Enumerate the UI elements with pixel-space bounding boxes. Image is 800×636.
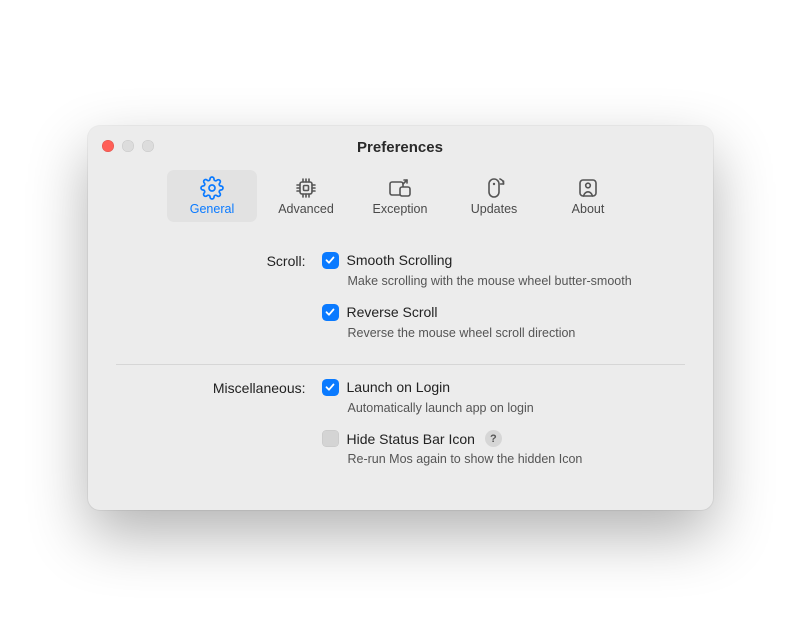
- divider: [116, 364, 685, 365]
- tab-label: About: [572, 202, 605, 216]
- tab-advanced[interactable]: Advanced: [261, 170, 351, 222]
- tab-label: Advanced: [278, 202, 334, 216]
- option-title: Smooth Scrolling: [347, 252, 453, 268]
- preferences-window: Preferences General: [88, 126, 713, 511]
- minimize-window-button[interactable]: [122, 140, 134, 152]
- chip-icon: [294, 176, 318, 200]
- section-misc: Miscellaneous: Launch on Login Automatic…: [116, 369, 685, 487]
- zoom-window-button[interactable]: [142, 140, 154, 152]
- about-icon: [576, 176, 600, 200]
- option-desc: Automatically launch app on login: [348, 400, 648, 417]
- tab-general[interactable]: General: [167, 170, 257, 222]
- checkbox-smooth-scrolling[interactable]: [322, 252, 339, 269]
- checkbox-reverse-scroll[interactable]: [322, 304, 339, 321]
- tab-label: Exception: [373, 202, 428, 216]
- gear-icon: [200, 176, 224, 200]
- section-scroll: Scroll: Smooth Scrolling Make scrolling …: [116, 242, 685, 360]
- content: Scroll: Smooth Scrolling Make scrolling …: [88, 234, 713, 511]
- option-launch-on-login: Launch on Login Automatically launch app…: [322, 379, 685, 417]
- window-title: Preferences: [357, 139, 443, 156]
- option-desc: Re-run Mos again to show the hidden Icon: [348, 451, 648, 468]
- option-title: Launch on Login: [347, 379, 451, 395]
- window-controls: [102, 140, 154, 152]
- tab-updates[interactable]: Updates: [449, 170, 539, 222]
- help-button[interactable]: ?: [485, 430, 502, 447]
- exception-icon: [387, 176, 413, 200]
- tab-label: General: [190, 202, 234, 216]
- option-hide-status-bar-icon: Hide Status Bar Icon ? Re-run Mos again …: [322, 430, 685, 468]
- titlebar: Preferences: [88, 126, 713, 170]
- close-window-button[interactable]: [102, 140, 114, 152]
- toolbar-tabs: General Advanced: [88, 170, 713, 234]
- updates-icon: [483, 176, 505, 200]
- tab-exception[interactable]: Exception: [355, 170, 445, 222]
- option-desc: Reverse the mouse wheel scroll direction: [348, 325, 648, 342]
- tab-label: Updates: [471, 202, 518, 216]
- section-label-misc: Miscellaneous:: [116, 379, 306, 469]
- tab-about[interactable]: About: [543, 170, 633, 222]
- checkbox-launch-on-login[interactable]: [322, 379, 339, 396]
- option-desc: Make scrolling with the mouse wheel butt…: [348, 273, 648, 290]
- option-title: Hide Status Bar Icon: [347, 431, 475, 447]
- checkbox-hide-status-bar-icon[interactable]: [322, 430, 339, 447]
- section-label-scroll: Scroll:: [116, 252, 306, 342]
- option-smooth-scrolling: Smooth Scrolling Make scrolling with the…: [322, 252, 685, 290]
- option-reverse-scroll: Reverse Scroll Reverse the mouse wheel s…: [322, 304, 685, 342]
- option-title: Reverse Scroll: [347, 304, 438, 320]
